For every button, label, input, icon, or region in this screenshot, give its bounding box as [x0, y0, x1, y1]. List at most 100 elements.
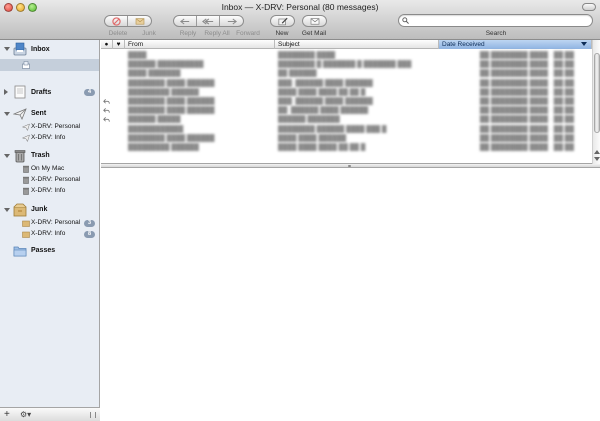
scroll-down-arrow[interactable]	[594, 157, 600, 161]
scroll-up-arrow[interactable]	[594, 150, 600, 154]
trash-account-label: On My Mac	[31, 165, 65, 172]
from-column-header[interactable]: From	[125, 40, 275, 49]
message-row[interactable]: ████████ ████ ██████ ███: ██████ ████ ███…	[101, 97, 592, 106]
message-from: ██████ ██████████	[128, 61, 204, 69]
forward-button[interactable]	[220, 16, 243, 26]
get-mail-button[interactable]	[303, 16, 326, 26]
sidebar-action-bar: + ⚙▾	[0, 407, 100, 421]
trash-account-personal[interactable]: X-DRV: Personal	[0, 175, 99, 186]
message-subject: ████████ █ ███████ █ ███████ ███	[278, 61, 412, 69]
message-list: ● ♥ From Subject Date Received ████ █████…	[101, 40, 600, 164]
message-subject: ████ ████ ████ ██:██ █	[278, 88, 366, 96]
drafts-count-badge: 4	[84, 89, 95, 96]
message-date: ██ ████████ ████ · ██:██	[479, 61, 574, 69]
search-label: Search	[485, 30, 507, 37]
message-row[interactable]: ████ ███████ ██ ██████ ██ ████████ ████ · …	[101, 69, 592, 78]
sent-account-icon	[22, 123, 30, 131]
trash-account-label: X-DRV: Info	[31, 187, 66, 194]
inbox-disclosure-triangle[interactable]	[4, 47, 10, 51]
junk-box-icon	[13, 203, 27, 217]
message-row[interactable]: █████████ ██████ ████ ████ ████ ██:██ █ ██…	[101, 143, 592, 152]
mailbox-trash[interactable]: Trash	[0, 148, 99, 164]
junk-account-info[interactable]: X-DRV: Info 8	[0, 229, 99, 240]
message-from: ██████ █████	[128, 116, 181, 124]
trash-disclosure-triangle[interactable]	[4, 154, 10, 158]
message-date: ██ ████████ ████ · ██:██	[479, 116, 574, 124]
mailbox-junk[interactable]: Junk	[0, 202, 99, 218]
sidebar-resize-handle[interactable]	[90, 412, 96, 418]
junk-account-label: X-DRV: Personal	[31, 219, 81, 226]
message-date: ██ ████████ ████ · ██:██	[479, 70, 574, 78]
subject-column-header[interactable]: Subject	[275, 40, 439, 49]
junk-label: Junk	[31, 206, 48, 213]
date-received-column-header[interactable]: Date Received	[439, 40, 592, 49]
trash-label: Trash	[31, 152, 50, 159]
add-mailbox-button[interactable]: +	[4, 409, 10, 420]
new-label: New	[275, 30, 289, 37]
search-field[interactable]	[398, 14, 593, 27]
search-input[interactable]	[411, 16, 586, 26]
reply-label: Reply	[179, 30, 197, 37]
trash-account-icon	[23, 187, 29, 195]
inbox-account-selected[interactable]	[0, 59, 99, 71]
message-row[interactable]: ████ ████████ ████ ██ ████████ ████ · ██:█…	[101, 51, 592, 60]
message-row[interactable]: ████████ ████ ██████ ██: ██████ ████ ████…	[101, 106, 592, 115]
message-row[interactable]: ██████ █████ ██████ ███████ ██ ████████ ██…	[101, 115, 592, 124]
mailbox-inbox[interactable]: Inbox	[0, 41, 99, 58]
scrollbar-thumb[interactable]	[594, 53, 600, 133]
junk-disclosure-triangle[interactable]	[4, 208, 10, 212]
sent-account-personal[interactable]: X-DRV: Personal	[0, 122, 99, 133]
junk-info-count-badge: 8	[84, 231, 95, 238]
date-received-label: Date Received	[442, 41, 485, 48]
sent-account-info[interactable]: X-DRV: Info	[0, 133, 99, 144]
message-row[interactable]: ████████ ████ ██████ ███: ██████ ████ ███…	[101, 79, 592, 88]
message-row[interactable]: ██████ ██████████ ████████ █ ███████ █ ██…	[101, 60, 592, 69]
junk-account-personal[interactable]: X-DRV: Personal 3	[0, 218, 99, 229]
drafts-page-icon	[14, 85, 26, 99]
message-date: ██ ████████ ████ · ██:██	[479, 52, 574, 59]
pane-splitter[interactable]	[101, 164, 600, 168]
message-row[interactable]: ████████ ████ ██████ ████ ████ ██████ ██ █…	[101, 134, 592, 143]
delete-button[interactable]	[105, 16, 128, 26]
message-subject: ███: ██████ ████ ██████	[278, 98, 373, 105]
message-from: ████	[128, 52, 147, 59]
message-list-header: ● ♥ From Subject Date Received	[101, 40, 592, 49]
trash-account-icon	[23, 176, 29, 184]
window-titlebar: Inbox — X-DRV: Personal (80 messages) De…	[0, 0, 600, 40]
passes-label: Passes	[31, 247, 56, 254]
compose-pencil-icon	[278, 17, 288, 25]
message-subject: ██████ ███████	[278, 116, 340, 124]
reply-button[interactable]	[174, 16, 197, 26]
reply-all-label: Reply All	[204, 30, 230, 37]
new-group	[270, 15, 295, 27]
mailbox-drafts[interactable]: Drafts 4	[0, 84, 99, 100]
trash-account-on-my-mac[interactable]: On My Mac	[0, 164, 99, 175]
message-from: ████████ ████ ██████	[128, 79, 215, 87]
junk-personal-count-badge: 3	[84, 220, 95, 227]
trash-account-info[interactable]: X-DRV: Info	[0, 186, 99, 197]
flag-column-header[interactable]: ♥	[113, 40, 125, 49]
unread-column-header[interactable]: ●	[101, 40, 113, 49]
message-date: ██ ████████ ████ · ██:██	[479, 107, 574, 115]
message-preview-pane	[101, 169, 600, 421]
message-row[interactable]: █████████ ██████ ████ ████ ████ ██:██ █ ██…	[101, 88, 592, 97]
message-subject: ████████ ████	[278, 52, 336, 59]
sent-disclosure-triangle[interactable]	[4, 112, 10, 116]
reply-arrow-icon	[180, 18, 190, 24]
delete-label: Delete	[108, 30, 128, 37]
reply-all-button[interactable]	[197, 16, 220, 26]
message-row[interactable]: ████████████ ████████ ██████ ████ ███ █ ██…	[101, 125, 592, 134]
gear-icon: ⚙▾	[20, 410, 32, 419]
message-date: ██ ████████ ████ · ██:██	[479, 79, 574, 87]
message-list-scrollbar[interactable]	[592, 40, 600, 164]
drafts-disclosure-triangle[interactable]	[4, 89, 8, 95]
mailbox-sent[interactable]: Sent	[0, 106, 99, 122]
mailbox-passes[interactable]: Passes	[0, 243, 99, 259]
sent-account-label: X-DRV: Info	[31, 134, 66, 141]
sent-paper-plane-icon	[13, 108, 27, 120]
new-message-button[interactable]	[271, 16, 294, 26]
junk-button[interactable]	[128, 16, 151, 26]
message-subject: ████ ████ ██████	[278, 134, 347, 142]
message-from: ████████ ████ ██████	[128, 98, 215, 105]
gear-menu-button[interactable]: ⚙▾	[20, 410, 36, 419]
